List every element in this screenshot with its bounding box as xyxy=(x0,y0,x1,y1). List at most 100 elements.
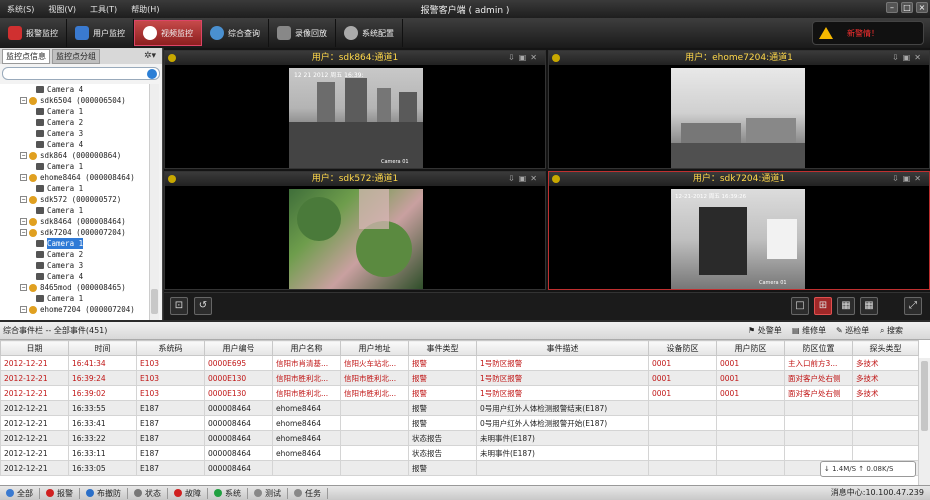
tab-device-group[interactable]: 监控点分组 xyxy=(52,48,100,64)
column-header[interactable]: 防区位置 xyxy=(784,340,853,356)
layout-16-icon[interactable]: ▦ xyxy=(860,297,878,315)
snapshot-icon[interactable]: ⊡ xyxy=(170,297,188,315)
event-row[interactable]: 2012-12-21 16:33:41 E187 000008464 ehome8464… xyxy=(0,415,919,431)
event-row[interactable]: 2012-12-21 16:41:34 E103 0000E695 信阳市肖清基... 信… xyxy=(0,355,919,371)
column-header[interactable]: 事件描述 xyxy=(476,340,649,356)
tree-camera-node[interactable]: Camera 2 xyxy=(0,117,150,128)
tree-camera-node[interactable]: Camera 1 xyxy=(0,106,150,117)
tree-camera-node[interactable]: Camera 3 xyxy=(0,128,150,139)
video-cell-2[interactable]: 用户：ehome7204:通道1 ⇩▣✕ xyxy=(548,50,930,169)
filter-tab[interactable]: 全部 xyxy=(0,487,40,499)
video-cell-1[interactable]: 用户：sdk864:通道1 ⇩▣✕ 12 21 2012 周五 16:39: Cam… xyxy=(164,50,546,169)
tree-user-node[interactable]: − ehome8464 (000008464) xyxy=(0,172,150,183)
tree-user-node[interactable]: − sdk864 (000000864) xyxy=(0,150,150,161)
layout-1-icon[interactable]: □ xyxy=(791,297,809,315)
device-search-input[interactable] xyxy=(2,67,160,80)
video-cell-4[interactable]: 用户：sdk7204:通道1 ⇩▣✕ 12-21-2012 周五 16:39:26… xyxy=(548,171,930,290)
column-header[interactable]: 事件类型 xyxy=(408,340,477,356)
video-cell-header: 用户：sdk572:通道1 ⇩▣✕ xyxy=(165,172,545,186)
menu-view[interactable]: 视图(V) xyxy=(41,4,83,15)
tree-user-node[interactable]: − 8465mod (000008465) xyxy=(0,282,150,293)
menu-system[interactable]: 系统(S) xyxy=(0,4,41,15)
column-header[interactable]: 用户编号 xyxy=(204,340,273,356)
tree-camera-node[interactable]: Camera 1 xyxy=(0,183,150,194)
scrollbar-thumb[interactable] xyxy=(151,289,158,314)
cell-controls-icon[interactable]: ⇩▣✕ xyxy=(892,172,925,186)
column-header[interactable]: 日期 xyxy=(0,340,69,356)
expand-icon[interactable]: − xyxy=(20,218,27,225)
column-header[interactable]: 用户地址 xyxy=(340,340,409,356)
column-header[interactable]: 设备防区 xyxy=(648,340,717,356)
close-icon[interactable]: × xyxy=(916,2,928,13)
event-row[interactable]: 2012-12-21 16:33:05 E187 000008464 报警 xyxy=(0,460,919,476)
column-header[interactable]: 探头类型 xyxy=(852,340,919,356)
toolbar-alarm-monitor[interactable]: 报警监控 xyxy=(0,19,67,47)
tree-user-node[interactable]: − sdk572 (000000572) xyxy=(0,194,150,205)
layout-9-icon[interactable]: ▦ xyxy=(837,297,855,315)
menu-help[interactable]: 帮助(H) xyxy=(124,4,166,15)
refresh-icon[interactable]: ↺ xyxy=(194,297,212,315)
new-alarm-button[interactable]: 新警情！ xyxy=(812,21,924,45)
filter-tab[interactable]: 报警 xyxy=(40,487,80,499)
tree-camera-node[interactable]: Camera 4 xyxy=(0,84,150,95)
event-row[interactable]: 2012-12-21 16:39:02 E103 0000E130 信阳市胜利北... 信… xyxy=(0,385,919,401)
expand-icon[interactable]: − xyxy=(20,174,27,181)
toolbar-config[interactable]: 系统配置 xyxy=(336,19,403,47)
expand-icon[interactable]: − xyxy=(20,97,27,104)
column-header[interactable]: 用户防区 xyxy=(716,340,785,356)
toolbar-video-monitor[interactable]: 视频监控 xyxy=(134,20,202,46)
settings-gear-icon[interactable]: ✲▾ xyxy=(144,51,156,61)
video-cell-3[interactable]: 用户：sdk572:通道1 ⇩▣✕ xyxy=(164,171,546,290)
expand-icon[interactable]: − xyxy=(20,152,27,159)
filter-tab[interactable]: 状态 xyxy=(128,487,168,499)
tree-camera-node[interactable]: Camera 1 xyxy=(0,293,150,304)
tree-user-node[interactable]: − ehome7204 (000007204) xyxy=(0,304,150,315)
scrollbar-thumb[interactable] xyxy=(921,361,928,431)
fullscreen-icon[interactable]: ⤢ xyxy=(904,297,922,315)
cell-controls-icon[interactable]: ⇩▣✕ xyxy=(508,51,541,65)
event-row[interactable]: 2012-12-21 16:33:11 E187 000008464 ehome8464… xyxy=(0,445,919,461)
expand-icon[interactable]: − xyxy=(20,284,27,291)
dispatch-button[interactable]: ⚑ 处警单 xyxy=(748,322,782,340)
filter-tab[interactable]: 故障 xyxy=(168,487,208,499)
tree-camera-node[interactable]: Camera 4 xyxy=(0,271,150,282)
filter-tab[interactable]: 系统 xyxy=(208,487,248,499)
column-header[interactable]: 系统码 xyxy=(136,340,205,356)
repair-button[interactable]: ▤ 维修单 xyxy=(792,322,826,340)
layout-4-icon[interactable]: ⊞ xyxy=(814,297,832,315)
search-button[interactable]: ⌕ 搜索 xyxy=(880,322,903,340)
menu-tools[interactable]: 工具(T) xyxy=(83,4,124,15)
maximize-icon[interactable]: □ xyxy=(901,2,913,13)
tree-camera-node[interactable]: Camera 1 xyxy=(0,161,150,172)
filter-tab[interactable]: 任务 xyxy=(288,487,328,499)
tree-camera-node[interactable]: Camera 2 xyxy=(0,249,150,260)
toolbar-playback[interactable]: 录像回放 xyxy=(269,19,336,47)
event-row[interactable]: 2012-12-21 16:39:24 E103 0000E130 信阳市胜利北... 信… xyxy=(0,370,919,386)
column-header[interactable]: 用户名称 xyxy=(272,340,341,356)
filter-tab[interactable]: 布撤防 xyxy=(80,487,128,499)
tree-camera-node[interactable]: Camera 3 xyxy=(0,260,150,271)
tab-device-info[interactable]: 监控点信息 xyxy=(2,48,50,64)
cell-controls-icon[interactable]: ⇩▣✕ xyxy=(892,51,925,65)
event-row[interactable]: 2012-12-21 16:33:55 E187 000008464 ehome8464… xyxy=(0,400,919,416)
cell-controls-icon[interactable]: ⇩▣✕ xyxy=(508,172,541,186)
expand-icon[interactable]: − xyxy=(20,196,27,203)
filter-tab[interactable]: 测试 xyxy=(248,487,288,499)
search-go-icon[interactable] xyxy=(147,69,157,79)
column-header[interactable]: 时间 xyxy=(68,340,137,356)
tree-camera-node[interactable]: Camera 1 xyxy=(0,205,150,216)
inspection-button[interactable]: ✎ 巡检单 xyxy=(836,322,869,340)
tree-user-node[interactable]: − sdk8464 (000008464) xyxy=(0,216,150,227)
toolbar-query[interactable]: 综合查询 xyxy=(202,19,269,47)
expand-icon[interactable]: − xyxy=(20,229,27,236)
tree-camera-node[interactable]: Camera 1 xyxy=(0,238,150,249)
event-row[interactable]: 2012-12-21 16:33:22 E187 000008464 ehome8464… xyxy=(0,430,919,446)
toolbar-user-monitor[interactable]: 用户监控 xyxy=(67,19,134,47)
event-scrollbar[interactable] xyxy=(918,358,930,485)
minimize-icon[interactable]: – xyxy=(886,2,898,13)
tree-camera-node[interactable]: Camera 4 xyxy=(0,139,150,150)
tree-user-node[interactable]: − sdk7204 (000007204) xyxy=(0,227,150,238)
expand-icon[interactable]: − xyxy=(20,306,27,313)
tree-user-node[interactable]: − sdk6504 (000006504) xyxy=(0,95,150,106)
tree-scrollbar[interactable] xyxy=(149,84,159,320)
